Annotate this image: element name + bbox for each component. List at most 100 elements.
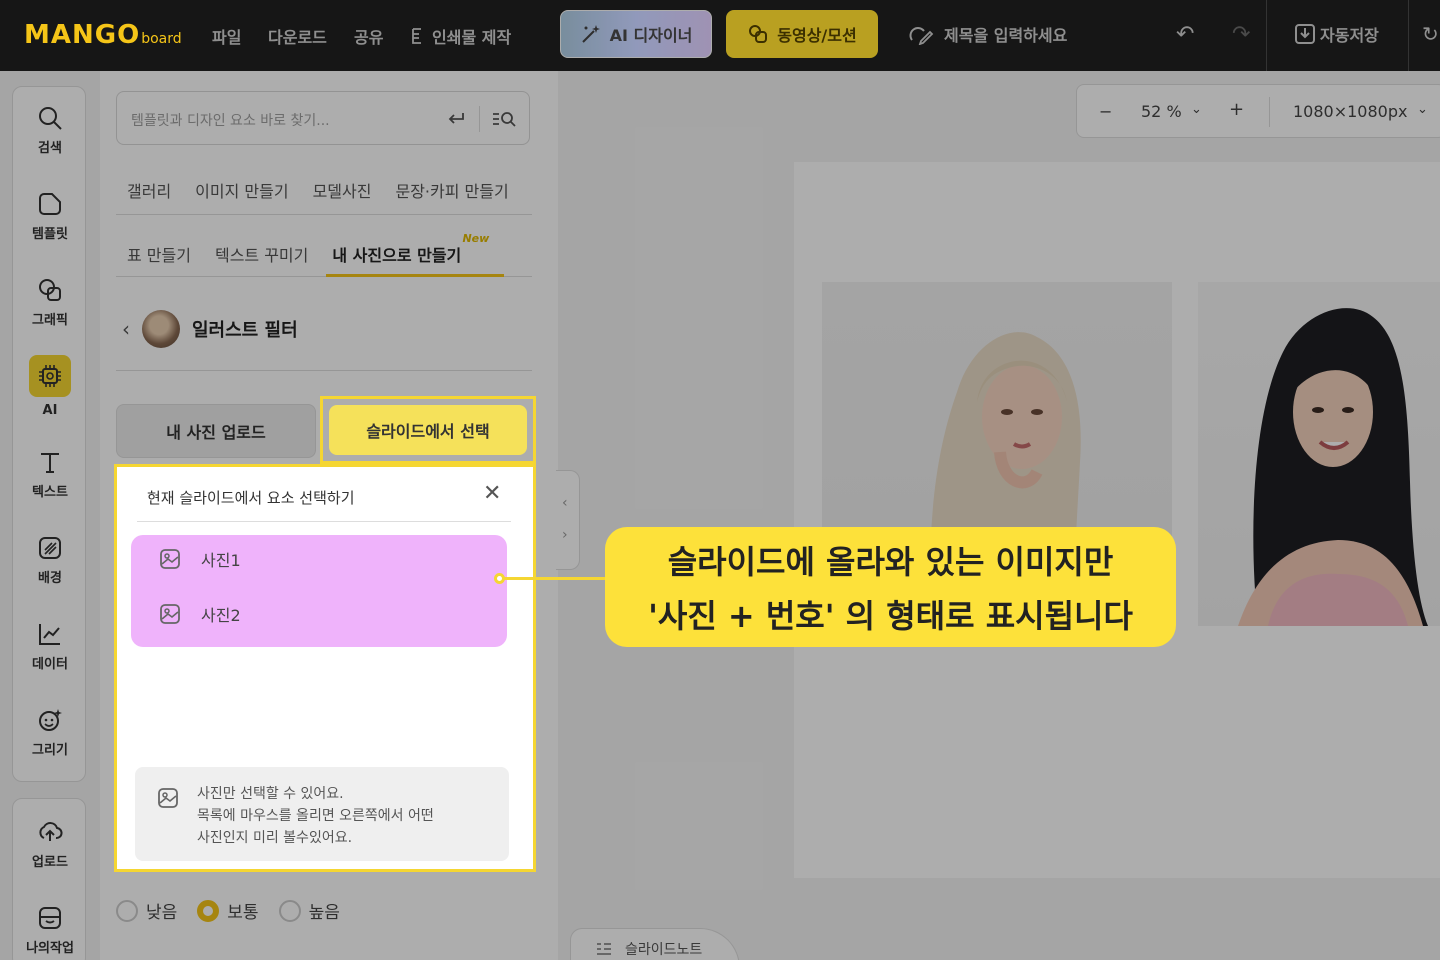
divider bbox=[1266, 0, 1267, 71]
video-motion-label: 동영상/모션 bbox=[777, 26, 857, 45]
list-item-photo-2[interactable]: 사진2 bbox=[159, 602, 241, 626]
autosave-button[interactable]: 자동저장 bbox=[1294, 22, 1379, 46]
tab-model-photo[interactable]: 모델사진 bbox=[313, 178, 372, 202]
logo[interactable]: MANGO board bbox=[24, 20, 182, 50]
enter-icon[interactable] bbox=[445, 108, 467, 130]
rail-graphic[interactable]: 그래픽 bbox=[13, 277, 87, 328]
panel-collapse-tab[interactable]: ‹ › bbox=[556, 470, 580, 570]
refresh-icon[interactable]: ↻ bbox=[1422, 22, 1439, 46]
upload-photo-button[interactable]: 내 사진 업로드 bbox=[116, 404, 316, 458]
divider bbox=[1408, 0, 1409, 71]
slide-photo-2[interactable] bbox=[1198, 282, 1440, 626]
zoom-out-icon[interactable]: − bbox=[1099, 102, 1112, 121]
rail-draw[interactable]: 그리기 bbox=[13, 707, 87, 758]
section-header: ‹ 일러스트 필터 bbox=[122, 310, 298, 348]
rail-background[interactable]: 배경 bbox=[13, 535, 87, 586]
tab-copy-create[interactable]: 문장·카피 만들기 bbox=[395, 178, 508, 202]
tab-my-photo[interactable]: 내 사진으로 만들기 New bbox=[332, 232, 489, 266]
radio-low[interactable]: 낮음 bbox=[116, 898, 177, 923]
logo-sub: board bbox=[141, 31, 182, 47]
radio-high-label: 높음 bbox=[308, 903, 340, 923]
menu-share[interactable]: 공유 bbox=[354, 24, 383, 48]
ai-designer-label: AI 디자이너 bbox=[609, 26, 693, 45]
chevron-right-icon: › bbox=[562, 527, 568, 543]
rail-ai-label: AI bbox=[42, 403, 58, 418]
radio-normal[interactable]: 보통 bbox=[197, 898, 259, 923]
close-icon[interactable]: ✕ bbox=[483, 481, 501, 506]
rail-ai[interactable]: AI bbox=[13, 355, 87, 418]
rail-template-label: 템플릿 bbox=[32, 227, 68, 242]
rail-graphic-label: 그래픽 bbox=[32, 313, 68, 328]
rail-upload[interactable]: 업로드 bbox=[13, 819, 87, 870]
select-from-slide-button[interactable]: 슬라이드에서 선택 bbox=[329, 405, 527, 455]
divider bbox=[1269, 97, 1270, 127]
menu-print-label: 인쇄물 제작 bbox=[432, 28, 512, 47]
info-line-2: 목록에 마우스를 올리면 오른쪽에서 어떤 bbox=[197, 808, 434, 824]
notes-icon bbox=[597, 942, 611, 955]
slide-notes-tab[interactable]: 슬라이드노트 bbox=[570, 928, 740, 960]
notes-label: 슬라이드노트 bbox=[625, 941, 703, 958]
autosave-label: 자동저장 bbox=[1320, 26, 1379, 45]
list-item-photo-1[interactable]: 사진1 bbox=[159, 547, 241, 571]
advanced-search-icon[interactable] bbox=[491, 108, 517, 130]
chevron-down-icon[interactable]: ⌄ bbox=[1417, 102, 1428, 117]
text-icon bbox=[41, 453, 59, 473]
radio-circle bbox=[116, 899, 138, 922]
draw-icon bbox=[39, 709, 62, 731]
list-item-label: 사진1 bbox=[201, 551, 241, 570]
ai-designer-button[interactable]: AI 디자이너 bbox=[560, 10, 712, 58]
graphic-icon bbox=[39, 279, 61, 301]
divider bbox=[116, 370, 532, 371]
section-title: 일러스트 필터 bbox=[192, 320, 298, 341]
radio-high[interactable]: 높음 bbox=[278, 898, 340, 923]
tab-table-create[interactable]: 표 만들기 bbox=[127, 242, 191, 266]
active-tab-indicator bbox=[326, 274, 504, 277]
rail-data[interactable]: 데이터 bbox=[13, 621, 87, 672]
left-rail: 검색 템플릿 그래픽 AI 텍스트 배경 데이터 그리기 bbox=[12, 86, 86, 782]
menu-print[interactable]: 인쇄물 제작 bbox=[410, 24, 511, 48]
divider bbox=[116, 214, 532, 215]
edit-icon bbox=[909, 27, 934, 45]
chevron-left-icon: ‹ bbox=[562, 495, 568, 511]
canvas-size[interactable]: 1080×1080px bbox=[1293, 102, 1407, 121]
tutorial-callout: 슬라이드에 올라와 있는 이미지만 '사진 + 번호' 의 형태로 표시됩니다 bbox=[605, 527, 1176, 647]
info-line-1: 사진만 선택할 수 있어요. bbox=[197, 786, 344, 802]
portrait-dark-hair bbox=[1238, 308, 1428, 626]
callout-dot bbox=[494, 573, 505, 584]
search-placeholder: 템플릿과 디자인 요소 바로 찾기... bbox=[131, 113, 330, 129]
info-box: 사진만 선택할 수 있어요. 목록에 마우스를 올리면 오른쪽에서 어떤 사진인… bbox=[135, 767, 509, 861]
title-placeholder: 제목을 입력하세요 bbox=[944, 26, 1068, 45]
tab-gallery[interactable]: 갤러리 bbox=[127, 178, 171, 202]
video-motion-button[interactable]: 동영상/모션 bbox=[726, 10, 878, 58]
rail-text[interactable]: 텍스트 bbox=[13, 449, 87, 500]
rail-draw-label: 그리기 bbox=[32, 743, 68, 758]
zoom-level[interactable]: 52 % bbox=[1141, 102, 1182, 121]
radio-normal-label: 보통 bbox=[227, 903, 259, 923]
redo-icon[interactable]: ↷ bbox=[1232, 22, 1250, 47]
zoom-bar: − 52 % ⌄ + 1080×1080px ⌄ bbox=[1076, 84, 1440, 138]
back-chevron-icon[interactable]: ‹ bbox=[122, 317, 130, 341]
upload-icon bbox=[39, 822, 63, 841]
select-element-popup: 현재 슬라이드에서 요소 선택하기 ✕ 사진1 사진2 사진만 선택할 수 있어… bbox=[114, 464, 536, 872]
menu-file[interactable]: 파일 bbox=[212, 24, 241, 48]
background-icon bbox=[39, 537, 61, 559]
template-search[interactable]: 템플릿과 디자인 요소 바로 찾기... bbox=[116, 91, 530, 145]
rail-template[interactable]: 템플릿 bbox=[13, 191, 87, 242]
title-input[interactable]: 제목을 입력하세요 bbox=[908, 22, 1067, 46]
rail-mywork-label: 나의작업 bbox=[26, 941, 74, 956]
rail-search[interactable]: 검색 bbox=[13, 105, 87, 156]
left-rail-bottom: 업로드 나의작업 bbox=[12, 798, 86, 960]
image-icon bbox=[160, 549, 180, 569]
chevron-down-icon[interactable]: ⌄ bbox=[1191, 102, 1202, 117]
tab-text-decor[interactable]: 텍스트 꾸미기 bbox=[215, 242, 308, 266]
info-line-3: 사진인지 미리 볼수있어요. bbox=[197, 830, 353, 846]
motion-icon bbox=[749, 25, 768, 43]
tab-image-create[interactable]: 이미지 만들기 bbox=[195, 178, 288, 202]
rail-mywork[interactable]: 나의작업 bbox=[13, 905, 87, 956]
category-row-1: 갤러리 이미지 만들기 모델사진 문장·카피 만들기 bbox=[127, 178, 509, 202]
undo-icon[interactable]: ↶ bbox=[1176, 22, 1194, 47]
zoom-in-icon[interactable]: + bbox=[1229, 99, 1244, 120]
menu-download[interactable]: 다운로드 bbox=[268, 24, 327, 48]
radio-low-label: 낮음 bbox=[146, 903, 178, 923]
divider bbox=[479, 106, 480, 132]
